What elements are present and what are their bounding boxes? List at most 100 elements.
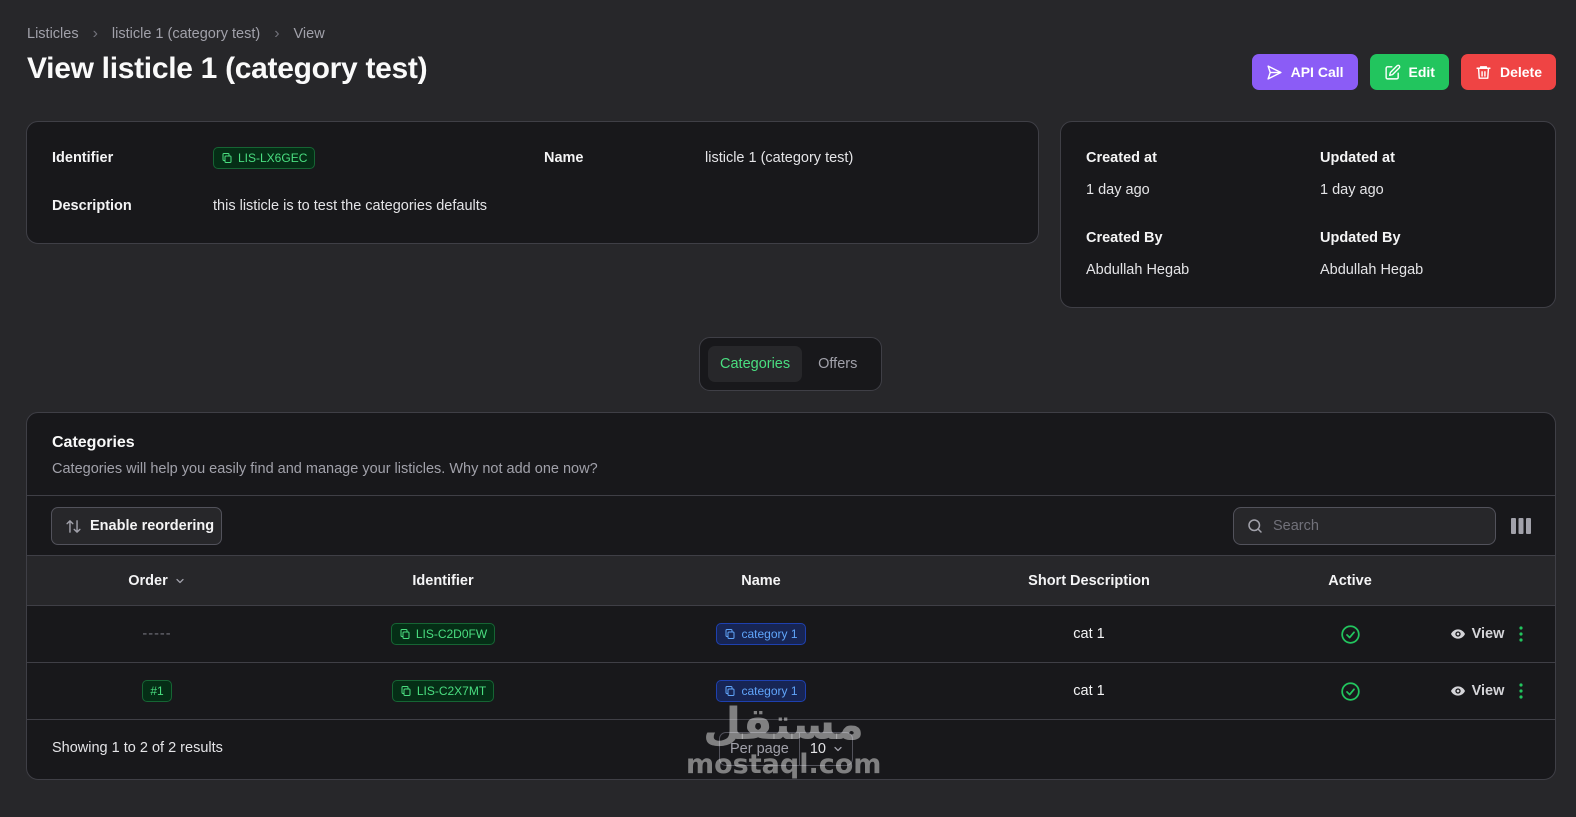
active-cell — [1290, 606, 1410, 662]
search-input[interactable] — [1273, 518, 1483, 534]
tab-offers[interactable]: Offers — [806, 346, 869, 382]
created-by-label: Created By — [1086, 230, 1163, 246]
order-cell: #1 — [97, 663, 217, 719]
column-order[interactable]: Order — [87, 556, 227, 605]
column-active: Active — [1328, 572, 1372, 589]
relation-tabs: Categories Offers — [699, 337, 882, 391]
enable-reordering-label: Enable reordering — [90, 518, 215, 534]
name-cell: category 1 — [681, 663, 841, 719]
search-field — [1233, 507, 1496, 545]
row-identifier-badge[interactable]: LIS-C2D0FW — [390, 623, 496, 645]
view-action[interactable]: View — [1437, 663, 1517, 719]
view-label: View — [1471, 683, 1505, 699]
arrows-up-down-icon — [66, 519, 81, 533]
columns-toggle-icon[interactable] — [1511, 517, 1531, 535]
categories-table-card: Categories Categories will help you easi… — [26, 412, 1556, 780]
search-icon — [1248, 519, 1262, 533]
chevron-down-icon — [176, 578, 184, 583]
chevron-right-icon: › — [274, 25, 280, 42]
view-link[interactable]: View — [1450, 626, 1505, 642]
row-identifier: LIS-C2X7MT — [416, 684, 487, 698]
check-circle-icon — [1340, 624, 1360, 644]
categories-title: Categories — [52, 434, 135, 451]
row-menu[interactable] — [1511, 663, 1531, 719]
api-call-label: API Call — [1290, 64, 1344, 80]
active-cell — [1290, 663, 1410, 719]
column-short-description: Short Description — [1028, 572, 1150, 589]
name-value: listicle 1 (category test) — [705, 150, 854, 166]
short-description-cell: cat 1 — [1073, 683, 1105, 699]
pagination-summary: Showing 1 to 2 of 2 results — [52, 740, 223, 756]
per-page-select[interactable]: Per page 10 — [719, 732, 853, 766]
identifier-cell: LIS-C2X7MT — [363, 663, 523, 719]
order-badge: #1 — [142, 680, 172, 702]
copy-icon — [401, 686, 411, 696]
audit-meta-card: Created at 1 day ago Updated at 1 day ag… — [1060, 121, 1556, 308]
delete-button[interactable]: Delete — [1460, 54, 1556, 90]
breadcrumb: Listicles › listicle 1 (category test) ›… — [27, 25, 325, 43]
copy-icon — [400, 629, 410, 639]
more-vertical-icon[interactable] — [1519, 626, 1523, 642]
breadcrumb-listicle[interactable]: listicle 1 (category test) — [112, 26, 260, 42]
edit-icon — [1384, 64, 1400, 80]
name-cell: category 1 — [681, 606, 841, 662]
more-vertical-icon[interactable] — [1519, 683, 1523, 699]
row-name-badge[interactable]: category 1 — [716, 680, 806, 702]
chevron-right-icon: › — [92, 25, 98, 42]
updated-by-value: Abdullah Hegab — [1320, 262, 1424, 278]
listicle-info-card: Identifier LIS-LX6GEC Name listicle 1 (c… — [26, 121, 1039, 244]
row-identifier-badge[interactable]: LIS-C2X7MT — [391, 680, 495, 702]
per-page-value: 10 — [809, 741, 826, 757]
created-by-value: Abdullah Hegab — [1086, 262, 1190, 278]
breadcrumb-listicles[interactable]: Listicles — [27, 26, 79, 42]
view-label: View — [1471, 626, 1505, 642]
updated-at-label: Updated at — [1320, 150, 1395, 166]
name-label: Name — [544, 150, 584, 166]
header-actions: API Call Edit Delete — [1251, 54, 1556, 90]
column-name: Name — [741, 572, 781, 589]
check-circle-icon — [1340, 681, 1360, 701]
updated-by-label: Updated By — [1320, 230, 1401, 246]
categories-description: Categories will help you easily find and… — [52, 461, 598, 477]
identifier-label: Identifier — [52, 150, 114, 166]
table-header: Order Identifier Name Short Description … — [27, 556, 1555, 605]
eye-icon — [1450, 629, 1465, 639]
row-name: category 1 — [741, 684, 798, 698]
copy-icon — [725, 686, 735, 696]
description-value: this listicle is to test the categories … — [213, 198, 488, 214]
delete-label: Delete — [1499, 64, 1542, 80]
breadcrumb-view: View — [293, 26, 325, 42]
created-at-label: Created at — [1086, 150, 1157, 166]
edit-label: Edit — [1408, 64, 1435, 80]
view-link[interactable]: View — [1450, 683, 1505, 699]
identifier-value: LIS-LX6GEC — [238, 151, 308, 165]
view-action[interactable]: View — [1437, 606, 1517, 662]
chevron-down-icon — [834, 746, 842, 752]
trash-icon — [1476, 65, 1491, 79]
identifier-cell: LIS-C2D0FW — [363, 606, 523, 662]
enable-reordering-button[interactable]: Enable reordering — [51, 507, 222, 545]
eye-icon — [1450, 686, 1465, 696]
per-page-value-wrap[interactable]: 10 — [800, 741, 852, 757]
column-identifier: Identifier — [412, 572, 474, 589]
send-icon — [1267, 64, 1282, 80]
updated-at-value: 1 day ago — [1320, 182, 1384, 198]
per-page-label: Per page — [720, 733, 800, 765]
divider — [27, 719, 1555, 720]
description-label: Description — [52, 198, 132, 214]
api-call-button[interactable]: API Call — [1251, 54, 1358, 90]
short-description-cell: cat 1 — [1073, 626, 1105, 642]
edit-button[interactable]: Edit — [1369, 54, 1449, 90]
row-menu[interactable] — [1511, 606, 1531, 662]
row-identifier: LIS-C2D0FW — [415, 627, 488, 641]
order-placeholder: ----- — [142, 626, 172, 642]
copy-icon — [222, 153, 232, 163]
column-order-label: Order — [128, 572, 168, 589]
copy-icon — [725, 629, 735, 639]
row-name-badge[interactable]: category 1 — [716, 623, 806, 645]
page-title: View listicle 1 (category test) — [27, 52, 428, 85]
tab-categories[interactable]: Categories — [708, 346, 803, 382]
divider — [27, 495, 1555, 496]
identifier-badge[interactable]: LIS-LX6GEC — [213, 147, 316, 169]
created-at-value: 1 day ago — [1086, 182, 1150, 198]
